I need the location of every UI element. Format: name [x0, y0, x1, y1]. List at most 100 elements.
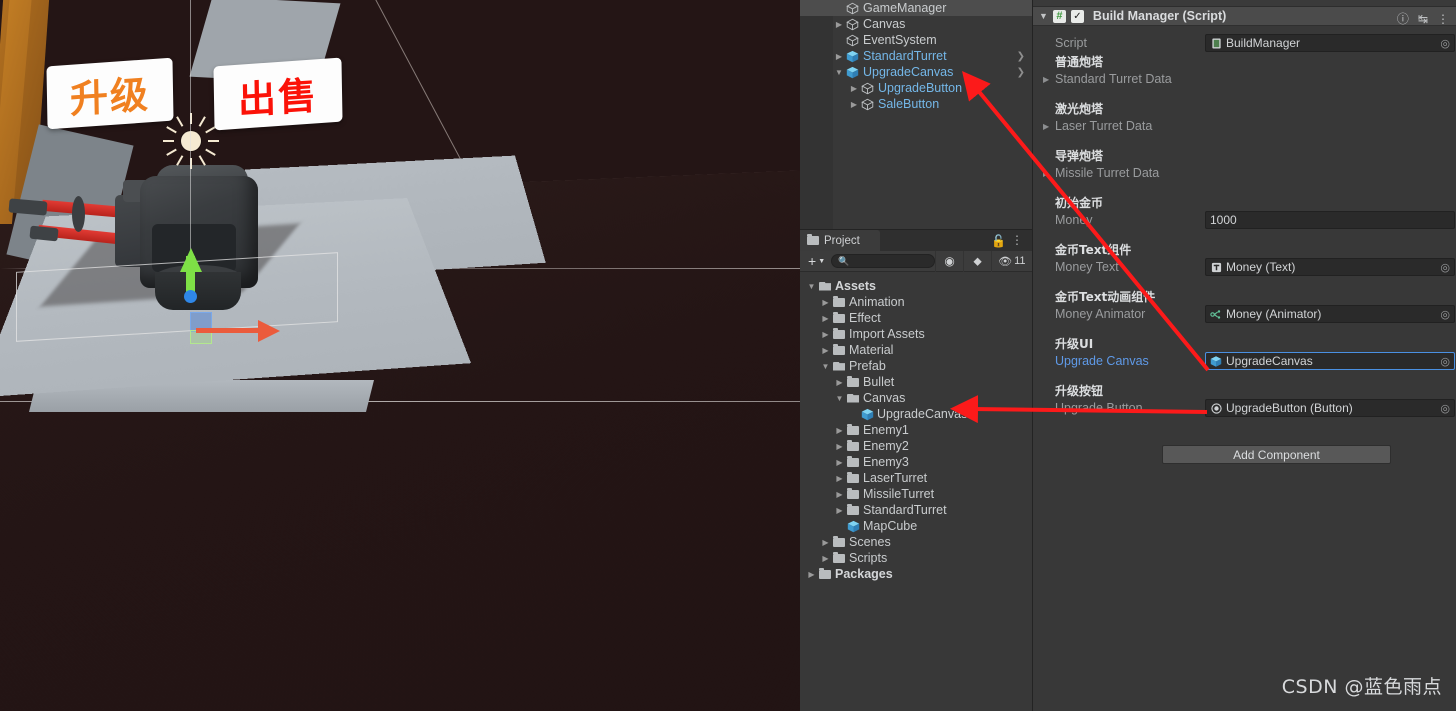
object-picker-icon[interactable]: ◎: [1440, 355, 1450, 368]
project-twisty-icon[interactable]: ▶: [834, 490, 845, 499]
field-upgrade-canvas[interactable]: Upgrade Canvas UpgradeCanvas ◎: [1033, 352, 1456, 370]
hierarchy-twisty-icon[interactable]: ▶: [833, 20, 845, 29]
label-filter-icon[interactable]: ⬥: [963, 250, 991, 272]
field-money[interactable]: Money 1000: [1033, 211, 1456, 229]
hierarchy-item-eventsystem[interactable]: EventSystem: [800, 32, 1032, 48]
hierarchy-item-salebutton[interactable]: ▶ SaleButton: [800, 96, 1032, 112]
object-picker-icon[interactable]: ◎: [1440, 402, 1450, 415]
project-twisty-icon[interactable]: ▶: [820, 330, 831, 339]
hidden-assets-toggle[interactable]: 👁 11: [991, 250, 1031, 272]
kebab-menu-icon[interactable]: ⋮: [1011, 233, 1023, 247]
lock-icon[interactable]: 🔓: [991, 234, 1006, 248]
chevron-right-icon[interactable]: ❯: [1017, 67, 1025, 78]
project-item-import-assets[interactable]: ▶ Import Assets: [800, 326, 1032, 342]
field-script[interactable]: Script BuildManager ◎: [1033, 34, 1456, 52]
project-item-assets[interactable]: ▼ Assets: [800, 278, 1032, 294]
field-foldout-icon[interactable]: ▶: [1043, 169, 1049, 178]
object-picker-icon[interactable]: ◎: [1440, 261, 1450, 274]
hierarchy-item-gamemanager[interactable]: GameManager: [800, 0, 1032, 16]
project-twisty-icon[interactable]: ▶: [820, 314, 831, 323]
field-laser-turret-data[interactable]: ▶ Laser Turret Data: [1033, 117, 1456, 135]
project-twisty-icon[interactable]: ▶: [834, 426, 845, 435]
project-twisty-icon[interactable]: ▼: [806, 282, 817, 291]
project-asset-tree[interactable]: ▼ Assets ▶ Animation ▶ Effect ▶ Import Assets ▶ M…: [800, 272, 1032, 710]
project-item-standardturret[interactable]: ▶ StandardTurret: [800, 502, 1032, 518]
project-twisty-icon[interactable]: ▶: [834, 506, 845, 515]
component-foldout-icon[interactable]: ▼: [1039, 11, 1048, 21]
field-value-input[interactable]: UpgradeButton (Button) ◎: [1205, 399, 1455, 417]
hierarchy-item-standardturret[interactable]: ▶ StandardTurret ❯: [800, 48, 1032, 64]
save-filter-icon[interactable]: ◉: [935, 250, 963, 272]
move-gizmo-x-arrowhead[interactable]: [258, 320, 280, 342]
project-twisty-icon[interactable]: ▶: [834, 378, 845, 387]
project-twisty-icon[interactable]: ▶: [820, 298, 831, 307]
project-toolbar[interactable]: + ▼ 🔍 ◉ ⬥ 👁 11: [800, 250, 1032, 272]
project-twisty-icon[interactable]: ▶: [834, 474, 845, 483]
kebab-menu-icon[interactable]: ⋮: [1437, 12, 1449, 26]
hierarchy-item-upgradebutton[interactable]: ▶ UpgradeButton: [800, 80, 1032, 96]
field-foldout-icon[interactable]: ▶: [1043, 75, 1049, 84]
hierarchy-panel[interactable]: GameManager ▶ Canvas EventSystem ▶ StandardTu…: [800, 0, 1032, 229]
project-panel[interactable]: Project 🔓 ⋮ + ▼ 🔍 ◉ ⬥ 👁 11 ▼ Assets ▶ Anima…: [800, 229, 1032, 711]
project-item-mapcube[interactable]: MapCube: [800, 518, 1032, 534]
component-enabled-checkbox[interactable]: ✓: [1070, 9, 1084, 23]
object-picker-icon[interactable]: ◎: [1440, 37, 1450, 50]
project-item-effect[interactable]: ▶ Effect: [800, 310, 1032, 326]
field-value-input[interactable]: Money (Text) ◎: [1205, 258, 1455, 276]
field-upgrade-button[interactable]: Upgrade Button UpgradeButton (Button) ◎: [1033, 399, 1456, 417]
project-twisty-icon[interactable]: ▶: [820, 538, 831, 547]
project-twisty-icon[interactable]: ▶: [820, 346, 831, 355]
hierarchy-twisty-icon[interactable]: ▶: [848, 100, 860, 109]
hierarchy-twisty-icon[interactable]: ▶: [848, 84, 860, 93]
project-item-packages[interactable]: ▶ Packages: [800, 566, 1032, 582]
hierarchy-twisty-icon[interactable]: ▼: [833, 68, 845, 77]
add-asset-button[interactable]: + ▼: [800, 253, 831, 269]
project-item-scripts[interactable]: ▶ Scripts: [800, 550, 1032, 566]
chevron-right-icon[interactable]: ❯: [1017, 51, 1025, 62]
project-item-material[interactable]: ▶ Material: [800, 342, 1032, 358]
field-foldout-icon[interactable]: ▶: [1043, 122, 1049, 131]
hierarchy-twisty-icon[interactable]: ▶: [833, 52, 845, 61]
project-twisty-icon[interactable]: ▼: [820, 362, 831, 371]
search-input[interactable]: 🔍: [831, 254, 936, 268]
add-component-button[interactable]: Add Component: [1162, 445, 1391, 464]
upgrade-world-button[interactable]: 升级: [46, 57, 174, 130]
build-manager-component-header[interactable]: ▼ # ✓ Build Manager (Script) ⓘ ↹ ⋮: [1033, 7, 1456, 26]
move-gizmo-y-arrowhead[interactable]: [180, 248, 202, 272]
project-item-upgradecanvas[interactable]: UpgradeCanvas: [800, 406, 1032, 422]
move-gizmo-center-handle[interactable]: [184, 290, 197, 303]
project-twisty-icon[interactable]: ▶: [820, 554, 831, 563]
field-money-animator[interactable]: Money Animator Money (Animator) ◎: [1033, 305, 1456, 323]
project-item-laserturret[interactable]: ▶ LaserTurret: [800, 470, 1032, 486]
project-item-enemy1[interactable]: ▶ Enemy1: [800, 422, 1032, 438]
field-standard-turret-data[interactable]: ▶ Standard Turret Data: [1033, 70, 1456, 88]
field-value-input[interactable]: UpgradeCanvas ◎: [1205, 352, 1455, 370]
project-twisty-icon[interactable]: ▶: [834, 442, 845, 451]
project-item-enemy3[interactable]: ▶ Enemy3: [800, 454, 1032, 470]
hierarchy-item-upgradecanvas[interactable]: ▼ UpgradeCanvas ❯: [800, 64, 1032, 80]
field-value-input[interactable]: BuildManager ◎: [1205, 34, 1455, 52]
field-money-text[interactable]: Money Text Money (Text) ◎: [1033, 258, 1456, 276]
project-twisty-icon[interactable]: ▼: [834, 394, 845, 403]
project-item-enemy2[interactable]: ▶ Enemy2: [800, 438, 1032, 454]
project-twisty-icon[interactable]: ▶: [806, 570, 817, 579]
project-item-scenes[interactable]: ▶ Scenes: [800, 534, 1032, 550]
object-picker-icon[interactable]: ◎: [1440, 308, 1450, 321]
inspector-panel[interactable]: ▼ # ✓ Build Manager (Script) ⓘ ↹ ⋮ Scrip…: [1032, 0, 1456, 711]
tab-project[interactable]: Project: [800, 230, 880, 251]
scene-view[interactable]: 升级 出售: [0, 0, 800, 711]
field-value-input[interactable]: 1000: [1205, 211, 1455, 229]
project-item-bullet[interactable]: ▶ Bullet: [800, 374, 1032, 390]
project-item-missileturret[interactable]: ▶ MissileTurret: [800, 486, 1032, 502]
project-twisty-icon[interactable]: ▶: [834, 458, 845, 467]
preset-settings-icon[interactable]: ↹: [1418, 12, 1428, 26]
project-item-prefab[interactable]: ▼ Prefab: [800, 358, 1032, 374]
sale-world-button[interactable]: 出售: [213, 57, 343, 131]
project-item-canvas[interactable]: ▼ Canvas: [800, 390, 1032, 406]
help-icon[interactable]: ⓘ: [1397, 10, 1409, 27]
hierarchy-item-canvas[interactable]: ▶ Canvas: [800, 16, 1032, 32]
project-item-animation[interactable]: ▶ Animation: [800, 294, 1032, 310]
light-gizmo-icon[interactable]: [163, 113, 219, 169]
field-missile-turret-data[interactable]: ▶ Missile Turret Data: [1033, 164, 1456, 182]
field-value-input[interactable]: Money (Animator) ◎: [1205, 305, 1455, 323]
